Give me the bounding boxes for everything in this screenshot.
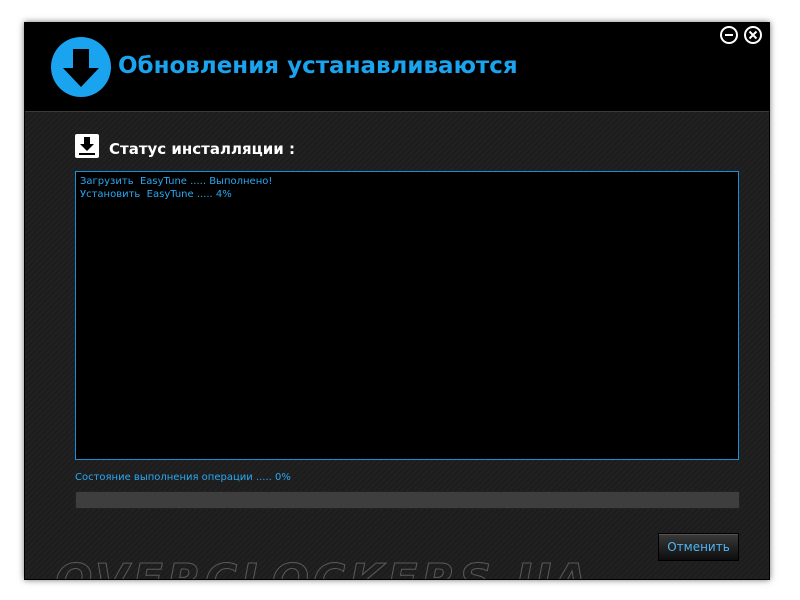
installer-window: Обновления устанавливаются Статус инстал…	[24, 22, 770, 580]
cancel-button[interactable]: Отменить	[658, 533, 739, 561]
download-arrow-icon	[51, 37, 111, 97]
close-icon	[748, 30, 758, 40]
log-line: Установить EasyTune ..... 4%	[80, 189, 232, 200]
progress-label: Состояние выполнения операции ..... 0%	[75, 472, 291, 483]
window-title: Обновления устанавливаются	[118, 53, 518, 79]
header-bar: Обновления устанавливаются	[25, 23, 769, 112]
install-log[interactable]: Загрузить EasyTune ..... Выполнено! Уста…	[75, 171, 739, 460]
watermark-logo: OVERCLOCKERS.UA	[55, 555, 592, 580]
progress-bar	[75, 491, 740, 509]
minimize-icon	[725, 34, 733, 36]
download-icon	[75, 134, 99, 158]
close-button[interactable]	[744, 26, 762, 44]
minimize-button[interactable]	[720, 26, 738, 44]
log-line: Загрузить EasyTune ..... Выполнено!	[80, 176, 273, 187]
status-label: Статус инсталляции :	[109, 140, 295, 158]
